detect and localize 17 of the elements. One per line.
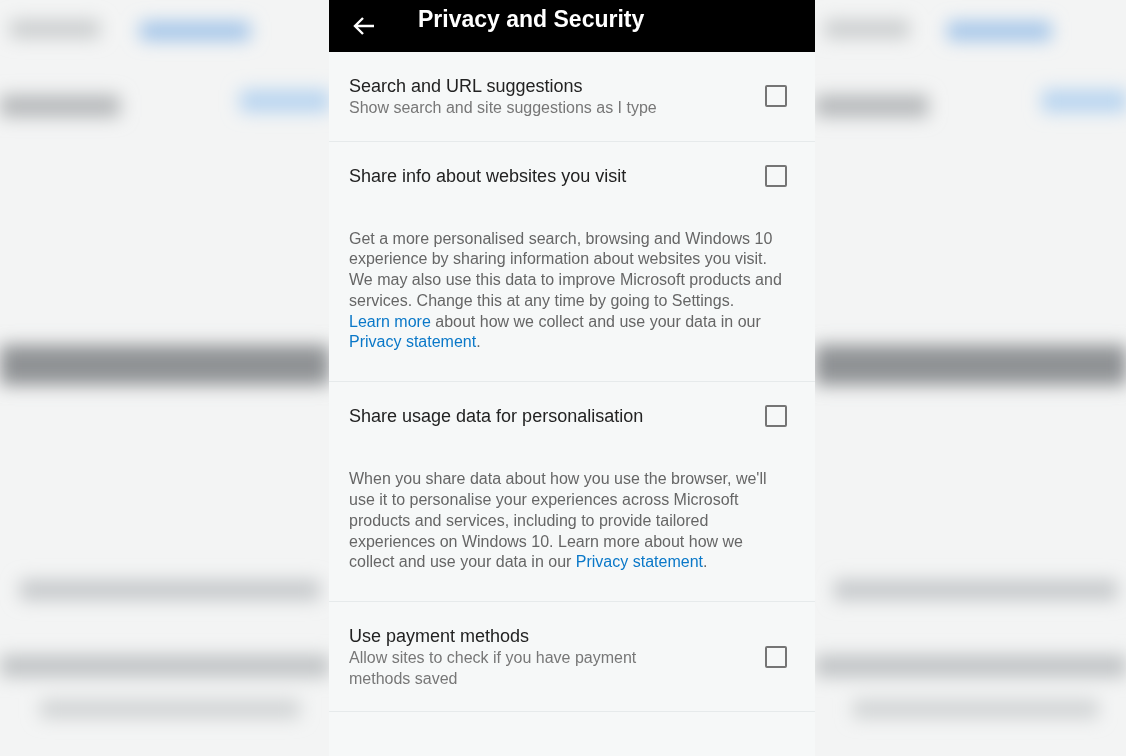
description-text: When you share data about how you use the browser, we'll use it to personalise your experiences across Microsoft products and services, including to provide tailored experiences on Windows 10. Learn more about how we collect and use your data in our Privacy statement. bbox=[349, 469, 768, 573]
page-title: Privacy and Security bbox=[418, 4, 645, 34]
link[interactable]: Learn more bbox=[349, 312, 431, 330]
link[interactable]: Privacy statement bbox=[575, 553, 703, 571]
link[interactable]: Privacy statement bbox=[349, 333, 477, 351]
checkbox[interactable] bbox=[765, 164, 787, 187]
checkbox[interactable] bbox=[765, 405, 787, 428]
checkbox[interactable] bbox=[765, 645, 787, 668]
setting-subtitle: Show search and site suggestions as I type bbox=[349, 98, 657, 118]
setting-subtitle: Allow sites to check if you have payment methods saved bbox=[349, 648, 638, 689]
setting-title: Use payment methods bbox=[349, 625, 531, 649]
setting-title: Share usage data for personalisation bbox=[349, 405, 644, 429]
description-text: Get a more personalised search, browsing and Windows 10 experience by sharing information about websites you visit. We may also use this data to improve Microsoft products and services. Change this at any time by going to Settings. Learn more about how we collect and use your data in our Privacy statement. bbox=[349, 228, 783, 353]
back-arrow-icon bbox=[353, 16, 375, 36]
setting-title: Search and URL suggestions bbox=[349, 75, 584, 98]
checkbox[interactable] bbox=[765, 85, 787, 108]
setting-title: Share info about websites you visit bbox=[349, 164, 627, 188]
